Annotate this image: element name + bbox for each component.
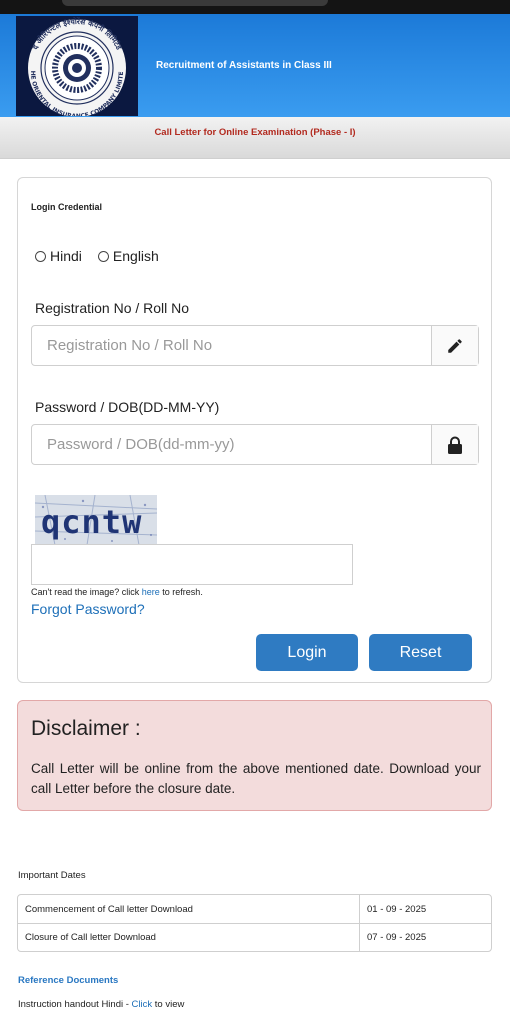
captcha-input[interactable]: [31, 544, 353, 585]
captcha-noise: qcntw: [35, 495, 157, 545]
important-dates-heading: Important Dates: [18, 870, 86, 881]
insurance-company-seal-icon: द ओरिएन्टल इंश्योरेंस कंपनी लिमिटेड THE …: [16, 16, 129, 116]
login-heading: Login Credential: [31, 202, 103, 212]
date-cell: 01 - 09 - 2025: [367, 903, 427, 915]
password-label: Password / DOB(DD-MM-YY): [35, 399, 220, 415]
svg-text:qcntw: qcntw: [41, 503, 142, 541]
reference-item-label: Instruction handout Hindi -: [18, 999, 132, 1010]
radio-button[interactable]: [97, 250, 109, 262]
reference-item: Instruction handout Hindi - Click to vie…: [18, 999, 184, 1010]
captcha-refresh-link[interactable]: here: [142, 587, 160, 597]
subtitle-bar: Call Letter for Online Examination (Phas…: [0, 117, 510, 159]
date-cell: 07 - 09 - 2025: [367, 932, 427, 943]
language-label: Hindi: [50, 248, 82, 264]
reference-view-link[interactable]: Click: [132, 999, 153, 1010]
important-dates-table: Commencement of Call letter Download 01 …: [17, 894, 492, 952]
registration-addon: [431, 326, 478, 365]
reference-documents-heading: Reference Documents: [18, 975, 119, 986]
language-label: English: [112, 248, 159, 264]
language-option-hindi[interactable]: Hindi: [35, 248, 82, 264]
disclaimer-box: Disclaimer : Call Letter will be online …: [17, 700, 492, 811]
camera-notch: [62, 0, 328, 6]
captcha-help-suffix: to refresh.: [159, 587, 203, 597]
pencil-icon: [448, 338, 462, 353]
page-subtitle: Call Letter for Online Examination (Phas…: [154, 127, 356, 138]
event-cell: Closure of Call letter Download: [18, 924, 360, 951]
header-banner: द ओरिएन्टल इंश्योरेंस कंपनी लिमिटेड THE …: [0, 14, 510, 117]
status-bar: [0, 0, 510, 14]
disclaimer-title: Disclaimer :: [31, 717, 141, 740]
captcha-help-text: Can't read the image? click here to refr…: [31, 587, 203, 597]
page-title: Recruitment of Assistants in Class III: [156, 60, 332, 71]
table-row: Commencement of Call letter Download 01 …: [18, 895, 491, 923]
registration-placeholder: Registration No / Roll No: [47, 337, 213, 354]
login-button[interactable]: Login: [256, 634, 358, 671]
password-input[interactable]: Password / DOB(dd-mm-yy): [31, 424, 479, 465]
company-logo: द ओरिएन्टल इंश्योरेंस कंपनी लिमिटेड THE …: [16, 16, 138, 116]
password-placeholder: Password / DOB(dd-mm-yy): [47, 436, 235, 453]
event-cell: Commencement of Call letter Download: [18, 895, 360, 923]
password-addon: [431, 425, 478, 464]
login-card: Login Credential Hindi English Registrat…: [17, 177, 492, 683]
registration-input[interactable]: Registration No / Roll No: [31, 325, 479, 366]
reset-button[interactable]: Reset: [369, 634, 472, 671]
captcha-help-prefix: Can't read the image? click: [31, 587, 142, 597]
language-selector: Hindi English: [35, 248, 175, 264]
table-row: Closure of Call letter Download 07 - 09 …: [18, 923, 491, 951]
language-option-english[interactable]: English: [97, 248, 159, 264]
forgot-password-link[interactable]: Forgot Password?: [31, 601, 145, 617]
lock-icon: [448, 436, 462, 454]
disclaimer-text: Call Letter will be online from the abov…: [31, 761, 481, 796]
radio-button[interactable]: [35, 250, 46, 262]
registration-label: Registration No / Roll No: [35, 300, 190, 316]
captcha-image: qcntw: [35, 495, 157, 545]
reference-item-suffix: to view: [152, 999, 185, 1010]
